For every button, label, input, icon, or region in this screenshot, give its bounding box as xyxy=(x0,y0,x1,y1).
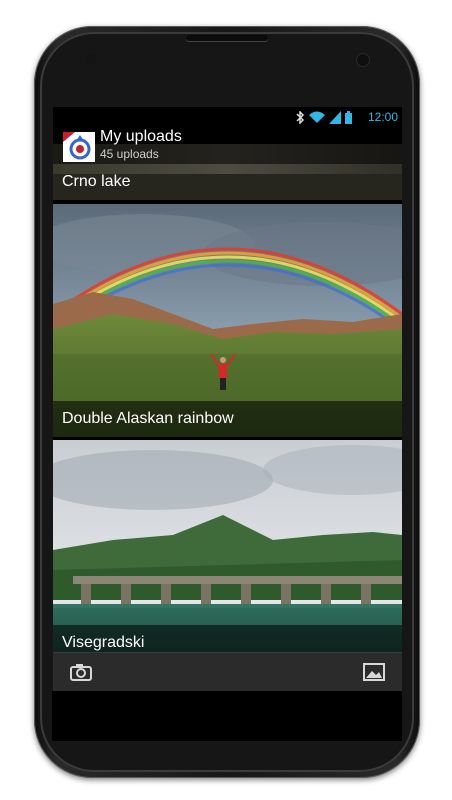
upload-caption: Double Alaskan rainbow xyxy=(53,401,402,437)
gallery-button[interactable] xyxy=(358,659,390,685)
gallery-icon xyxy=(363,663,385,681)
status-bar: 12:00 xyxy=(53,107,402,128)
screen: Crno lake Double Alaskan rainbow Visegra… xyxy=(53,107,402,691)
camera-icon xyxy=(70,664,92,681)
upload-title: Visegradski xyxy=(62,634,145,651)
bluetooth-icon xyxy=(296,111,305,124)
status-icons xyxy=(296,110,352,125)
action-bar: My uploads 45 uploads xyxy=(53,128,402,164)
page-title: My uploads xyxy=(100,128,182,145)
page-subtitle: 45 uploads xyxy=(100,147,159,161)
bottom-action-bar xyxy=(53,652,402,691)
proximity-sensor xyxy=(86,54,96,64)
front-camera xyxy=(357,54,369,66)
list-item[interactable]: Double Alaskan rainbow xyxy=(53,204,402,437)
camera-button[interactable] xyxy=(65,659,97,685)
battery-icon xyxy=(345,111,352,124)
earpiece-speaker xyxy=(186,35,268,41)
list-item[interactable]: Visegradski xyxy=(53,440,402,661)
upload-title: Crno lake xyxy=(62,173,131,190)
wifi-icon xyxy=(309,111,325,123)
navigation-bar-area xyxy=(52,691,402,741)
signal-icon xyxy=(329,111,341,124)
commons-logo-icon[interactable] xyxy=(63,132,95,162)
upload-caption: Crno lake xyxy=(53,164,402,200)
upload-title: Double Alaskan rainbow xyxy=(62,410,234,427)
status-time: 12:00 xyxy=(367,110,398,124)
